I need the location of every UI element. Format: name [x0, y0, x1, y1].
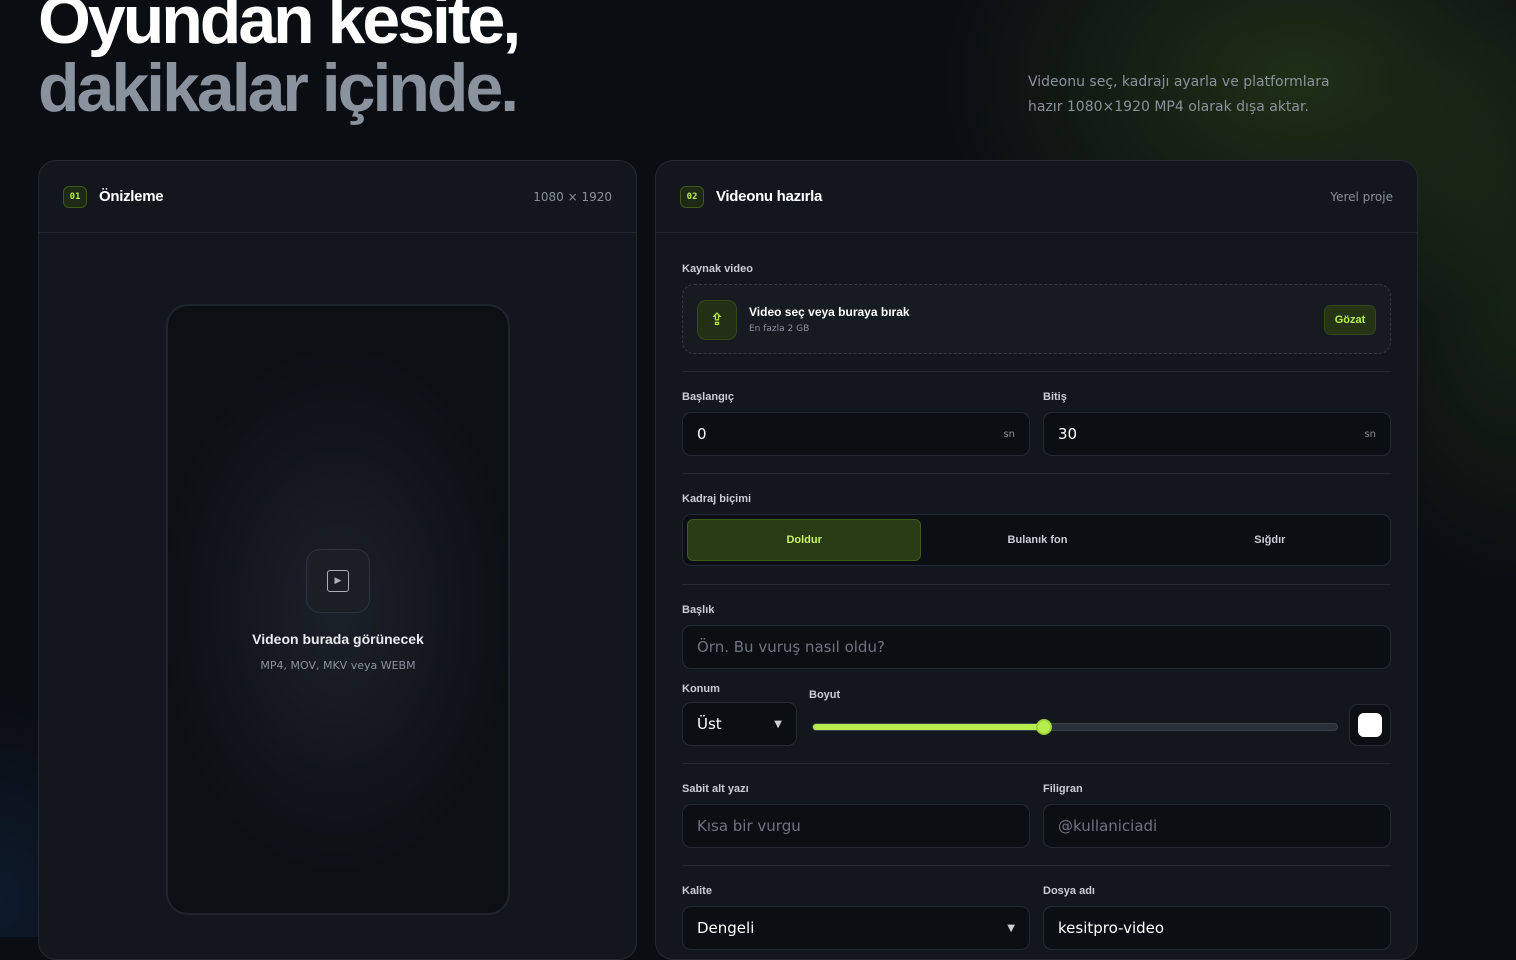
preview-card: 01 Önizleme 1080 × 1920 ▶ Videon burada … [38, 160, 637, 960]
dropzone-limit: En fazla 2 GB [749, 324, 809, 334]
filename-input[interactable]: kesitpro-video [1043, 906, 1391, 950]
size-slider-handle[interactable] [1036, 719, 1052, 735]
position-value: Üst [697, 715, 722, 733]
divider [682, 473, 1391, 474]
upload-icon: ⇪ [697, 300, 737, 340]
source-label: Kaynak video [682, 263, 753, 275]
caption-input[interactable]: Kısa bir vurgu [682, 804, 1030, 848]
preview-card-header: 01 Önizleme 1080 × 1920 [39, 161, 636, 233]
editor-card: 02 Videonu hazırla Yerel proje Kaynak vi… [655, 160, 1418, 960]
caption-label: Sabit alt yazı [682, 783, 749, 795]
size-label: Boyut [809, 689, 840, 701]
filename-label: Dosya adı [1043, 885, 1095, 897]
chevron-down-icon: ▼ [1007, 923, 1015, 934]
end-unit: sn [1364, 429, 1376, 440]
step-number-badge: 02 [680, 186, 704, 208]
start-time-input[interactable]: 0 sn [682, 412, 1030, 456]
browse-button[interactable]: Gözat [1324, 305, 1376, 335]
start-label: Başlangıç [682, 391, 734, 403]
headline-label: Başlık [682, 604, 714, 616]
divider [682, 584, 1391, 585]
end-time-value: 30 [1058, 425, 1077, 443]
editor-title: Videonu hazırla [716, 188, 822, 205]
hero-title: Oyundan kesite, dakikalar içinde. [38, 0, 518, 122]
color-swatch [1358, 713, 1382, 737]
quality-label: Kalite [682, 885, 712, 897]
position-label: Konum [682, 683, 720, 695]
end-label: Bitiş [1043, 391, 1067, 403]
preview-resolution: 1080 × 1920 [533, 190, 612, 204]
frame-option-fit[interactable]: Sığdır [1154, 519, 1386, 561]
start-unit: sn [1003, 429, 1015, 440]
end-time-input[interactable]: 30 sn [1043, 412, 1391, 456]
step-number-badge: 01 [63, 186, 87, 208]
divider [682, 865, 1391, 866]
size-slider[interactable] [812, 723, 1338, 731]
quality-select[interactable]: Dengeli ▼ [682, 906, 1030, 950]
hero-title-line1: Oyundan kesite, [38, 0, 518, 54]
filename-value: kesitpro-video [1058, 919, 1164, 937]
text-color-button[interactable] [1349, 704, 1391, 746]
preview-placeholder-title: Videon burada görünecek [168, 631, 508, 647]
phone-preview-frame: ▶ Videon burada görünecek MP4, MOV, MKV … [166, 304, 510, 915]
preview-placeholder-formats: MP4, MOV, MKV veya WEBM [168, 659, 508, 672]
frame-option-blur[interactable]: Bulanık fon [921, 519, 1153, 561]
quality-value: Dengeli [697, 919, 754, 937]
hero-subtitle: Videonu seç, kadrajı ayarla ve platforml… [1028, 70, 1368, 120]
play-icon: ▶ [306, 549, 370, 613]
frame-option-fill[interactable]: Doldur [687, 519, 921, 561]
video-dropzone[interactable]: ⇪ Video seç veya buraya bırak En fazla 2… [682, 284, 1391, 354]
editor-project-meta: Yerel proje [1330, 190, 1393, 204]
frame-label: Kadraj biçimi [682, 493, 751, 505]
start-time-value: 0 [697, 425, 707, 443]
editor-card-header: 02 Videonu hazırla Yerel proje [656, 161, 1417, 233]
watermark-input[interactable]: @kullaniciadi [1043, 804, 1391, 848]
dropzone-title: Video seç veya buraya bırak [749, 305, 910, 319]
divider [682, 763, 1391, 764]
headline-input[interactable]: Örn. Bu vuruş nasıl oldu? [682, 625, 1391, 669]
preview-title: Önizleme [99, 188, 163, 205]
watermark-label: Filigran [1043, 783, 1083, 795]
frame-mode-selector: Doldur Bulanık fon Sığdır [682, 514, 1391, 566]
position-select[interactable]: Üst ▼ [682, 702, 797, 746]
chevron-down-icon: ▼ [774, 719, 782, 730]
size-slider-fill [813, 724, 1044, 730]
hero-title-line2: dakikalar içinde. [38, 54, 518, 122]
divider [682, 371, 1391, 372]
